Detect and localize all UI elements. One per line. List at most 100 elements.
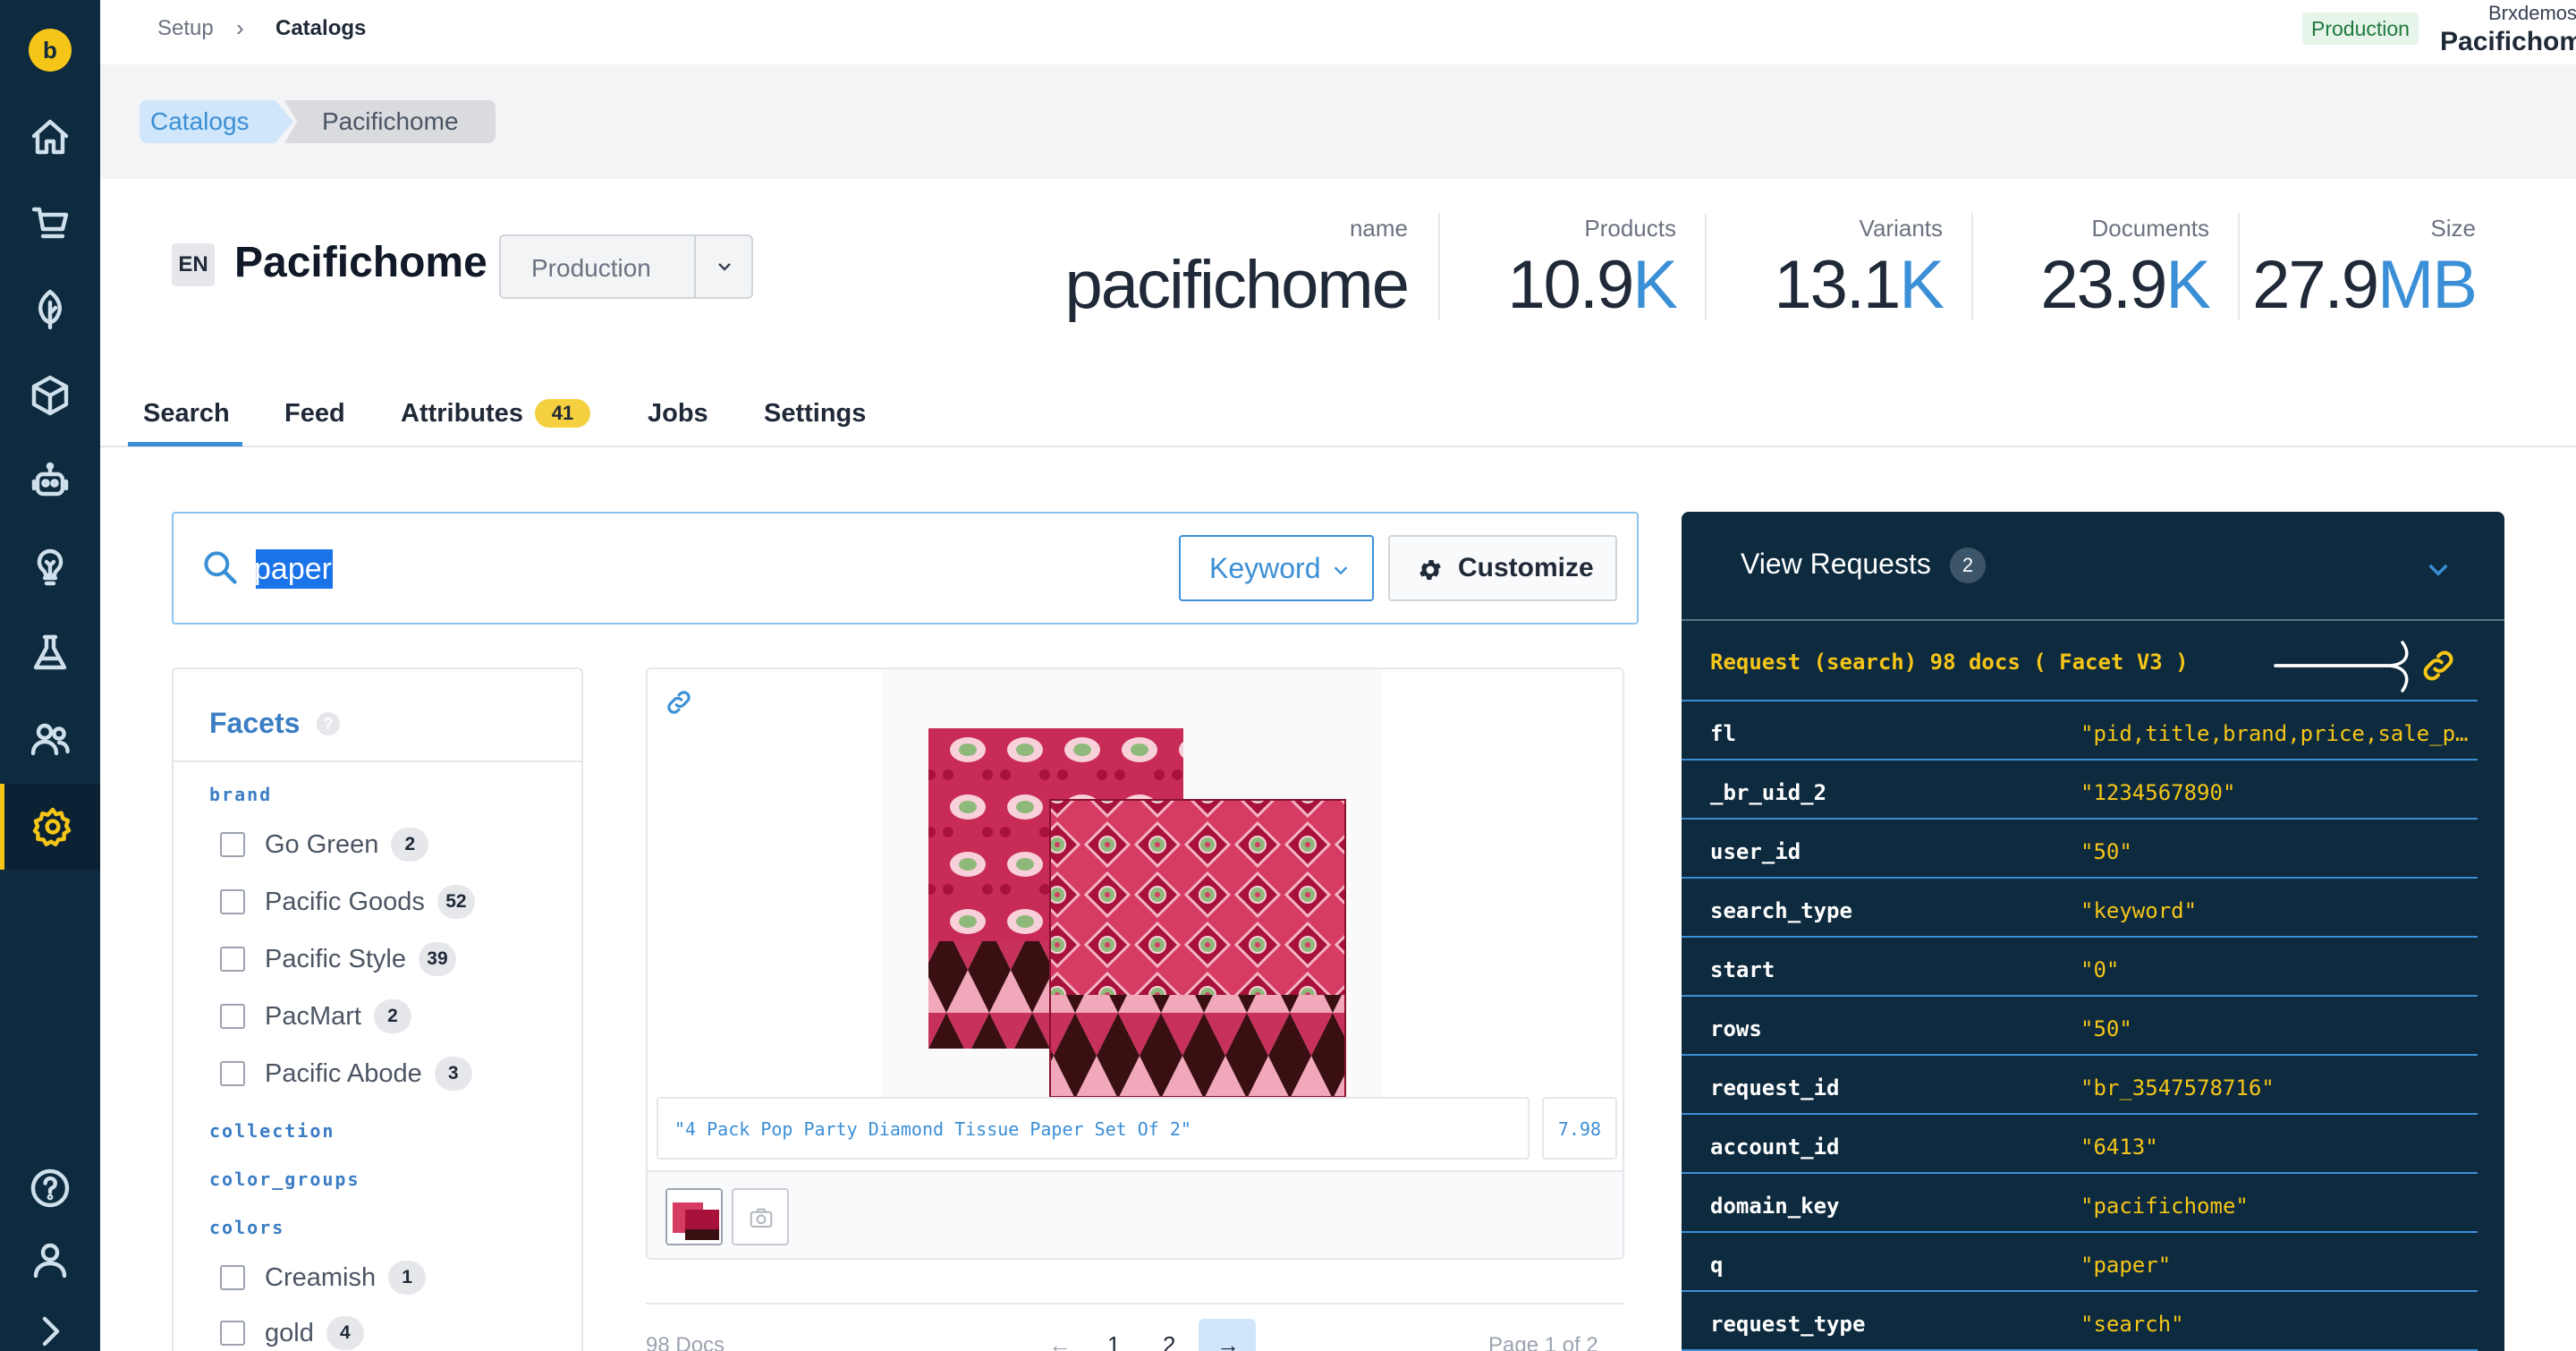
facet-option[interactable]: gold 4 <box>220 1315 364 1351</box>
customize-label: Customize <box>1458 553 1594 582</box>
row-divider <box>1682 995 2478 997</box>
facet-group-colors[interactable]: colors <box>209 1217 284 1238</box>
pagination-prev[interactable]: ← <box>1048 1331 1072 1351</box>
product-price-field[interactable]: 7.98 <box>1542 1097 1617 1160</box>
param-key: request_type <box>1710 1312 1866 1337</box>
flask-icon[interactable] <box>0 610 100 696</box>
param-value: "pacifichome" <box>2080 1194 2249 1219</box>
stat-value: 10.9K <box>1507 247 1678 323</box>
facet-option[interactable]: Go Green 2 <box>220 827 429 862</box>
tab-settings[interactable]: Settings <box>764 399 866 429</box>
facet-group-color-groups[interactable]: color_groups <box>209 1168 360 1190</box>
stat-label: Products <box>1584 215 1676 242</box>
account-name[interactable]: Pacifichome <box>2440 27 2576 57</box>
facets-title: Facets <box>209 707 301 739</box>
breadcrumb-catalogs: Catalogs <box>275 16 367 40</box>
checkbox[interactable] <box>220 947 245 972</box>
search-input[interactable] <box>254 544 1148 594</box>
panel-divider <box>1682 619 2504 621</box>
request-header: Request (search) 98 docs ( Facet V3 ) <box>1710 650 2189 675</box>
tab-attributes[interactable]: Attributes <box>401 399 523 429</box>
attributes-count-badge: 41 <box>535 399 590 428</box>
chevron-down-icon[interactable] <box>714 256 735 277</box>
facet-option-label: gold <box>265 1318 314 1347</box>
view-requests-panel: View Requests 2 Request (search) 98 docs… <box>1682 512 2504 1351</box>
pagination-page[interactable]: 1 <box>1107 1331 1120 1351</box>
app-logo[interactable]: b <box>29 29 72 72</box>
select-divider <box>694 236 696 297</box>
stat-label: Size <box>2430 215 2476 242</box>
customize-button[interactable]: Customize <box>1388 535 1617 601</box>
param-key: rows <box>1710 1016 1762 1041</box>
tabs-divider <box>100 446 2576 447</box>
users-icon[interactable] <box>0 696 100 782</box>
link-icon[interactable] <box>664 687 694 718</box>
facets-panel: Facets ? brand Go Green 2 Pacific Goods 52… <box>172 667 583 1351</box>
pagination-page[interactable]: 2 <box>1163 1331 1175 1351</box>
gear-icon[interactable] <box>0 784 100 870</box>
stat-label: name <box>1349 215 1408 242</box>
tab-search[interactable]: Search <box>143 399 230 429</box>
facet-option[interactable]: Pacific Style 39 <box>220 941 456 977</box>
param-value: "br_3547578716" <box>2080 1075 2275 1100</box>
stat-documents: Documents 23.9K <box>2040 215 2211 324</box>
row-divider <box>1682 877 2478 879</box>
facet-option-count: 2 <box>373 999 411 1033</box>
lightbulb-icon[interactable] <box>0 524 100 610</box>
home-icon[interactable] <box>0 95 100 181</box>
param-value: "0" <box>2080 957 2120 982</box>
row-divider <box>1682 759 2478 760</box>
checkbox[interactable] <box>220 832 245 857</box>
breadcrumb-pill-catalogs[interactable]: Catalogs <box>140 100 293 143</box>
checkbox[interactable] <box>220 1321 245 1346</box>
pagination-next[interactable]: → <box>1216 1331 1240 1351</box>
facet-option[interactable]: Creamish 1 <box>220 1260 427 1296</box>
checkbox[interactable] <box>220 1265 245 1290</box>
checkbox[interactable] <box>220 1004 245 1029</box>
leaf-icon[interactable] <box>0 267 100 353</box>
search-mode-select[interactable]: Keyword <box>1179 535 1374 601</box>
tab-jobs[interactable]: Jobs <box>648 399 708 429</box>
param-value: "50" <box>2080 839 2132 864</box>
breadcrumb-setup[interactable]: Setup <box>157 16 214 41</box>
checkbox[interactable] <box>220 1061 245 1086</box>
param-key: q <box>1710 1253 1724 1278</box>
product-title: "4 Pack Pop Party Diamond Tissue Paper S… <box>674 1118 1191 1140</box>
facet-option[interactable]: PacMart 2 <box>220 998 411 1034</box>
facet-option[interactable]: Pacific Abode 3 <box>220 1056 472 1092</box>
checkbox[interactable] <box>220 889 245 914</box>
view-requests-title[interactable]: View Requests <box>1741 548 1931 581</box>
arrow-icon <box>2274 641 2409 692</box>
row-divider <box>1682 1231 2478 1233</box>
facet-option-label: Pacific Style <box>265 944 406 973</box>
stat-divider <box>1705 213 1707 320</box>
environment-select[interactable]: Production <box>499 234 753 299</box>
help-icon[interactable]: ? <box>317 712 340 735</box>
link-icon[interactable] <box>2419 646 2458 685</box>
product-title-field[interactable]: "4 Pack Pop Party Diamond Tissue Paper S… <box>657 1097 1530 1160</box>
facet-option-count: 52 <box>436 885 475 919</box>
robot-icon[interactable] <box>0 438 100 524</box>
facet-option[interactable]: Pacific Goods 52 <box>220 884 475 920</box>
facet-group-collection[interactable]: collection <box>209 1120 335 1142</box>
account-org[interactable]: Brxdemos <box>2488 2 2576 25</box>
pagination-divider <box>646 1303 1624 1304</box>
facet-group-brand[interactable]: brand <box>209 784 272 805</box>
param-value: "50" <box>2080 1016 2132 1041</box>
tab-feed[interactable]: Feed <box>284 399 345 429</box>
search-icon <box>204 551 237 584</box>
chevron-down-icon <box>1334 566 1348 575</box>
param-key: search_type <box>1710 898 1852 923</box>
chevron-down-icon[interactable] <box>2424 555 2453 583</box>
expand-icon[interactable] <box>0 1288 100 1351</box>
page-indicator: Page 1 of 2 <box>1488 1333 1598 1351</box>
docs-count: 98 Docs <box>646 1333 725 1351</box>
image-placeholder[interactable] <box>732 1188 789 1245</box>
cube-icon[interactable] <box>0 353 100 438</box>
cart-icon[interactable] <box>0 181 100 267</box>
facets-divider <box>174 760 581 762</box>
sidebar: b <box>0 0 100 1351</box>
stat-label: Variants <box>1859 215 1943 242</box>
product-card: "4 Pack Pop Party Diamond Tissue Paper S… <box>646 667 1624 1260</box>
product-thumbnail[interactable] <box>665 1188 723 1245</box>
